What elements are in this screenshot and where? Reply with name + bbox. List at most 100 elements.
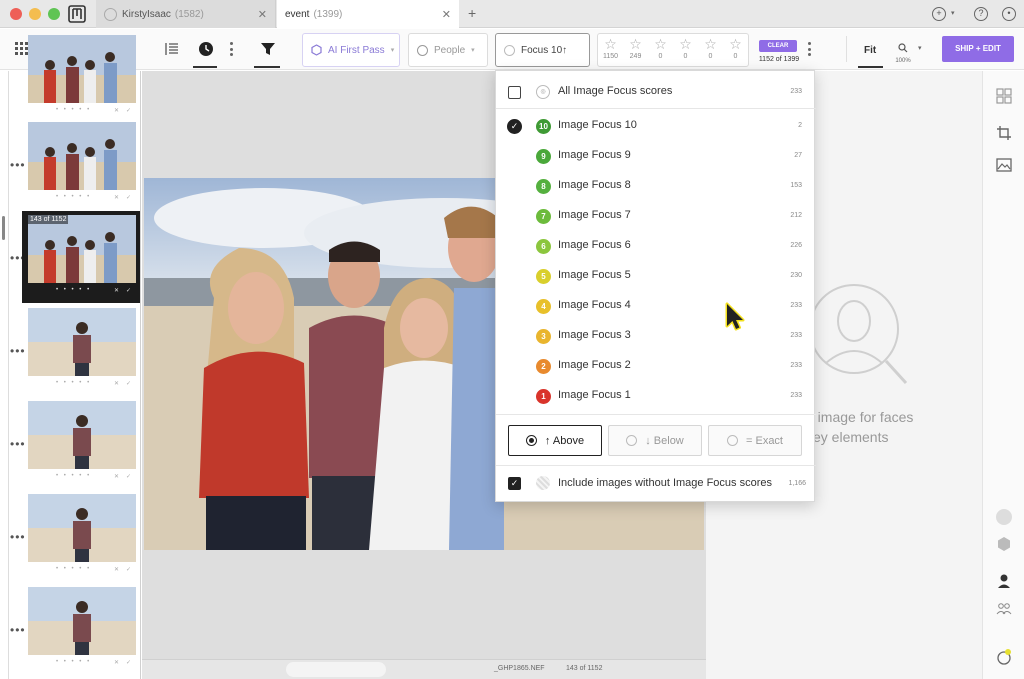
tab-count: (1582) — [174, 8, 204, 20]
help-icon[interactable]: ? — [974, 7, 988, 21]
star-filter-6[interactable]: ☆ 0 — [723, 36, 748, 62]
minimize-window-button[interactable] — [29, 8, 41, 20]
zoom-window-button[interactable] — [48, 8, 60, 20]
star-filter-2[interactable]: ☆ 249 — [623, 36, 648, 62]
ship-edit-button[interactable]: SHIP + EDIT — [942, 36, 1014, 62]
people-panel-line1: g image for faces — [806, 409, 914, 425]
reject-icon[interactable]: ✕ — [114, 380, 119, 387]
star-filter-4[interactable]: ☆ 0 — [673, 36, 698, 62]
clock-icon[interactable] — [196, 39, 216, 59]
more-options-icon[interactable] — [229, 42, 233, 56]
zoom-control[interactable]: 100% — [893, 40, 913, 64]
focus-level-option[interactable]: 6 Image Focus 6 226 — [496, 231, 816, 261]
add-icon[interactable]: + — [932, 7, 946, 21]
focus-level-option[interactable]: 9 Image Focus 9 27 — [496, 141, 816, 171]
thumbnail-rating-dots[interactable]: • • • • • — [56, 380, 91, 386]
circle-tool-icon[interactable] — [996, 509, 1012, 525]
chevron-down-icon[interactable]: ▾ — [918, 44, 922, 52]
above-button[interactable]: ↑ Above — [508, 425, 602, 456]
thumbnail-rating-dots[interactable]: • • • • • — [56, 107, 91, 113]
crop-icon[interactable] — [996, 125, 1012, 141]
select-all-checkbox[interactable] — [508, 86, 521, 99]
chevron-down-icon[interactable]: ▾ — [951, 9, 955, 17]
fit-zoom-button[interactable]: Fit — [864, 45, 876, 56]
include-unscored-checkbox[interactable]: ✓ — [508, 477, 521, 490]
focus-level-option[interactable]: ✓ 10 Image Focus 10 2 — [496, 111, 816, 141]
radio-icon — [626, 435, 638, 446]
focus-level-label: Image Focus 2 — [558, 359, 631, 371]
accept-icon[interactable]: ✓ — [126, 380, 131, 387]
reject-icon[interactable]: ✕ — [114, 659, 119, 666]
reject-icon[interactable]: ✕ — [114, 194, 119, 201]
accept-icon[interactable]: ✓ — [126, 287, 131, 294]
reject-icon[interactable]: ✕ — [114, 287, 119, 294]
thumbnail-rating-dots[interactable]: • • • • • — [56, 194, 91, 200]
filter-icon[interactable] — [258, 39, 278, 59]
star-filter-5[interactable]: ☆ 0 — [698, 36, 723, 62]
focus-filter[interactable]: Focus 10↑ — [495, 33, 590, 67]
group-icon[interactable] — [996, 601, 1012, 617]
unscored-icon — [536, 476, 550, 490]
focus-level-option[interactable]: 3 Image Focus 3 233 — [496, 321, 816, 351]
accept-icon[interactable]: ✓ — [126, 566, 131, 573]
exact-label: = Exact — [746, 434, 783, 447]
accept-icon[interactable]: ✓ — [126, 194, 131, 201]
thumbnail[interactable]: • • • • • ✕ ✓ — [22, 304, 140, 396]
thumbnail-rating-dots[interactable]: • • • • • — [56, 287, 91, 293]
thumbnail[interactable]: • • • • • ✕ ✓ — [22, 397, 140, 489]
thumbnail-rating-dots[interactable]: • • • • • — [56, 659, 91, 665]
filtered-count: 1152 of 1399 — [758, 56, 800, 63]
focus-level-count: 212 — [790, 212, 802, 219]
new-tab-button[interactable]: + — [468, 5, 476, 21]
tab-event[interactable]: event (1399) ✕ — [277, 0, 459, 28]
person-icon[interactable] — [996, 573, 1012, 589]
thumbnail-rating-dots[interactable]: • • • • • — [56, 473, 91, 479]
star-filter-3[interactable]: ☆ 0 — [648, 36, 673, 62]
accept-icon[interactable]: ✓ — [126, 473, 131, 480]
reject-icon[interactable]: ✕ — [114, 473, 119, 480]
star-count: 249 — [629, 53, 642, 60]
reject-icon[interactable]: ✕ — [114, 107, 119, 114]
thumbnail-meta: • • • • • ✕ ✓ — [28, 194, 136, 204]
thumbnail-selected[interactable]: 143 of 1152 • • • • • ✕ ✓ — [22, 211, 140, 303]
focus-level-option[interactable]: 7 Image Focus 7 212 — [496, 201, 816, 231]
notifications-icon[interactable] — [996, 649, 1012, 665]
clear-filters-button[interactable]: CLEAR — [759, 40, 797, 52]
focus-level-option[interactable]: 5 Image Focus 5 230 — [496, 261, 816, 291]
close-window-button[interactable] — [10, 8, 22, 20]
reject-icon[interactable]: ✕ — [114, 566, 119, 573]
hexagon-tool-icon[interactable] — [996, 536, 1012, 552]
focus-level-option[interactable]: 8 Image Focus 8 153 — [496, 171, 816, 201]
thumbnail[interactable]: • • • • • ✕ ✓ — [22, 490, 140, 582]
ai-first-pass-filter[interactable]: AI First Pass ▾ — [302, 33, 400, 67]
thumbnail-rating-dots[interactable]: • • • • • — [56, 566, 91, 572]
grid-panel-icon[interactable] — [996, 88, 1012, 104]
account-icon[interactable]: • — [1002, 7, 1016, 21]
focus-all-option[interactable]: ◎ All Image Focus scores 233 — [496, 74, 816, 108]
star-filter-1[interactable]: ☆ 1150 — [598, 36, 623, 62]
star-count: 1150 — [602, 53, 619, 60]
image-adjust-icon[interactable] — [996, 157, 1012, 173]
filmstrip-scroll-handle[interactable] — [2, 216, 5, 240]
magnifier-icon — [898, 43, 908, 53]
thumbnail[interactable]: • • • • • ✕ ✓ — [22, 583, 140, 675]
focus-level-label: Image Focus 10 — [558, 119, 637, 131]
include-unscored-option[interactable]: ✓ Include images without Image Focus sco… — [496, 469, 816, 499]
below-button[interactable]: ↓ Below — [608, 425, 702, 456]
rating-pill[interactable] — [286, 662, 386, 677]
focus-level-option[interactable]: 4 Image Focus 4 233 — [496, 291, 816, 321]
thumbnail-image — [28, 401, 136, 469]
close-tab-icon[interactable]: ✕ — [442, 8, 451, 21]
thumbnail[interactable]: • • • • • ✕ ✓ — [22, 118, 140, 210]
focus-level-option[interactable]: 1 Image Focus 1 233 — [496, 381, 816, 411]
exact-button[interactable]: = Exact — [708, 425, 802, 456]
more-filters-icon[interactable] — [807, 42, 811, 56]
people-filter[interactable]: People ▾ — [408, 33, 488, 67]
tab-kirstyisaac[interactable]: KirstyIsaac (1582) ✕ — [96, 0, 276, 28]
sort-icon[interactable] — [162, 39, 182, 59]
thumbnail[interactable]: • • • • • ✕ ✓ — [22, 31, 140, 123]
accept-icon[interactable]: ✓ — [126, 659, 131, 666]
focus-level-option[interactable]: 2 Image Focus 2 233 — [496, 351, 816, 381]
accept-icon[interactable]: ✓ — [126, 107, 131, 114]
close-tab-icon[interactable]: ✕ — [258, 8, 267, 21]
